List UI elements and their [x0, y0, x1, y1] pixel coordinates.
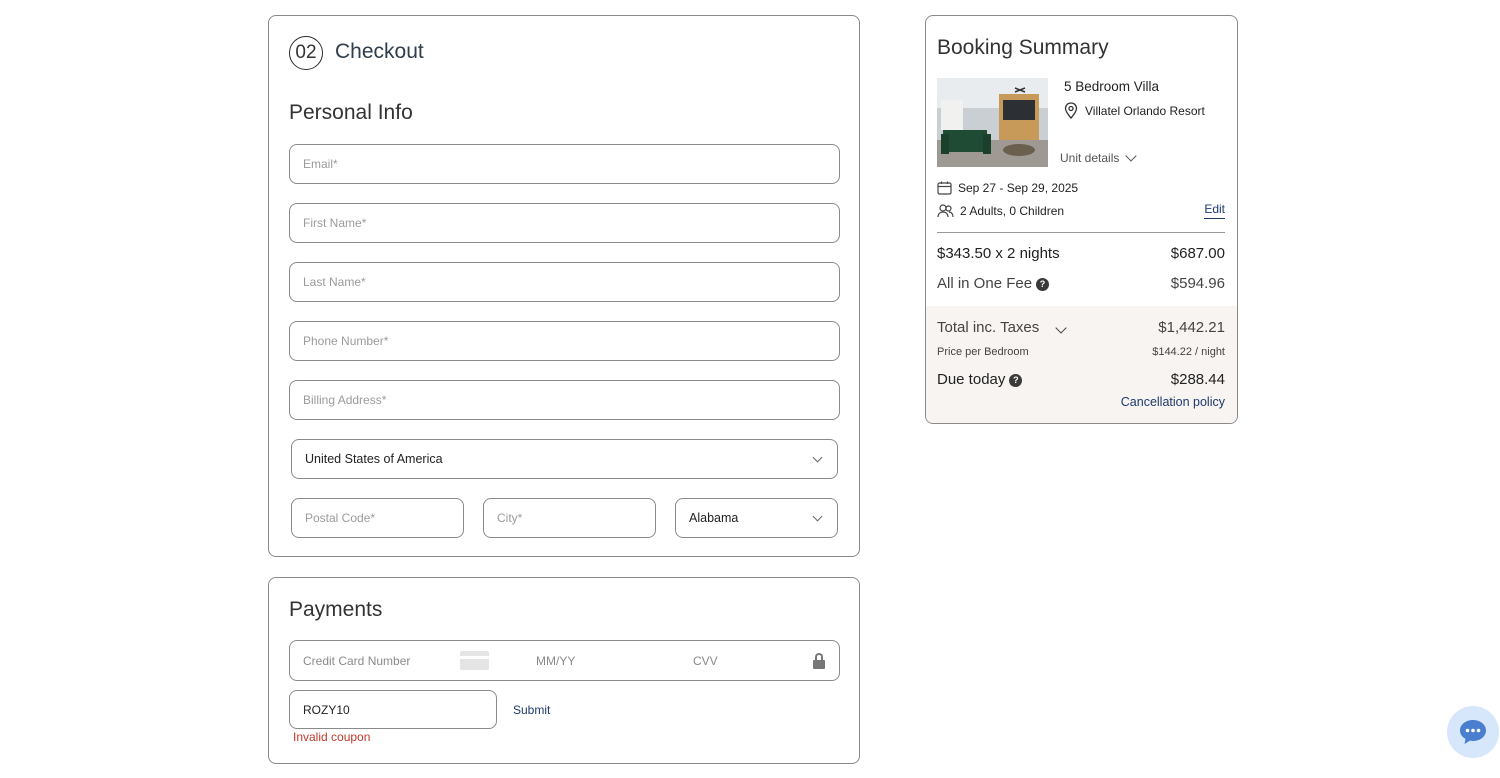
- booking-summary-card: Booking Summary 5 Bedroom Villa Villatel…: [925, 15, 1238, 424]
- property-location: Villatel Orlando Resort: [1064, 102, 1205, 119]
- unit-details-toggle[interactable]: Unit details: [1060, 150, 1138, 165]
- expiry-input[interactable]: MM/YY: [536, 654, 575, 668]
- due-today-label: Due today: [937, 371, 1006, 388]
- unit-details-label: Unit details: [1060, 151, 1120, 165]
- per-bedroom-row: Price per Bedroom $144.22 / night: [937, 346, 1225, 358]
- submit-coupon-button[interactable]: Submit: [513, 703, 550, 717]
- total-row: Total inc. Taxes $1,442.21: [937, 319, 1225, 336]
- nightly-rate-row: $343.50 x 2 nights $687.00: [937, 245, 1225, 262]
- booking-summary-title: Booking Summary: [937, 36, 1109, 59]
- edit-booking-link[interactable]: Edit: [1204, 202, 1225, 219]
- location-pin-icon: [1064, 102, 1078, 119]
- chat-button[interactable]: [1447, 706, 1499, 758]
- last-name-field[interactable]: Last Name*: [289, 262, 840, 302]
- country-select[interactable]: United States of America: [291, 439, 838, 479]
- chevron-down-icon: [1125, 150, 1138, 162]
- state-select-value: Alabama: [689, 511, 739, 525]
- payments-card: Payments Credit Card Number MM/YY CVV RO…: [268, 577, 860, 764]
- nightly-rate-label: $343.50 x 2 nights: [937, 245, 1060, 262]
- summary-divider: [937, 232, 1225, 233]
- stay-dates: Sep 27 - Sep 29, 2025: [937, 181, 1078, 195]
- step-number-badge: 02: [289, 36, 323, 70]
- card-number-input[interactable]: Credit Card Number: [303, 654, 410, 668]
- postal-code-field[interactable]: Postal Code*: [291, 498, 464, 538]
- property-name: 5 Bedroom Villa: [1064, 79, 1160, 94]
- cancellation-policy-link[interactable]: Cancellation policy: [1121, 395, 1225, 409]
- due-today-row: Due today? $288.44: [937, 371, 1225, 388]
- property-thumbnail: [937, 78, 1048, 167]
- country-select-value: United States of America: [305, 452, 443, 466]
- personal-info-title: Personal Info: [289, 101, 413, 124]
- fee-amount: $594.96: [1170, 275, 1225, 292]
- total-amount: $1,442.21: [1158, 319, 1225, 336]
- dates-text: Sep 27 - Sep 29, 2025: [958, 181, 1079, 195]
- phone-number-field[interactable]: Phone Number*: [289, 321, 840, 361]
- chevron-down-icon: [812, 511, 823, 522]
- checkout-card: 02 Checkout Personal Info Email* First N…: [268, 15, 860, 557]
- email-field[interactable]: Email*: [289, 144, 840, 184]
- chevron-down-icon: [812, 452, 823, 463]
- location-text: Villatel Orlando Resort: [1085, 103, 1205, 118]
- guests-text: 2 Adults, 0 Children: [960, 204, 1065, 218]
- help-icon[interactable]: ?: [1009, 373, 1023, 387]
- chat-icon: [1460, 720, 1486, 744]
- chevron-down-icon: [1055, 322, 1067, 334]
- lock-icon: [813, 653, 825, 669]
- coupon-input[interactable]: ROZY10: [289, 690, 497, 729]
- total-toggle[interactable]: Total inc. Taxes: [937, 319, 1067, 336]
- totals-panel: Total inc. Taxes $1,442.21 Price per Bed…: [926, 306, 1237, 423]
- per-bedroom-amount: $144.22 / night: [1152, 346, 1225, 358]
- cvv-input[interactable]: CVV: [693, 654, 718, 668]
- nightly-rate-amount: $687.00: [1170, 245, 1225, 262]
- due-today-amount: $288.44: [1170, 371, 1225, 388]
- city-field[interactable]: City*: [483, 498, 656, 538]
- help-icon[interactable]: ?: [1036, 277, 1050, 291]
- coupon-error-message: Invalid coupon: [293, 730, 371, 744]
- total-label: Total inc. Taxes: [937, 319, 1040, 336]
- checkout-title: Checkout: [335, 40, 424, 63]
- fee-row: All in One Fee? $594.96: [937, 275, 1225, 292]
- state-select[interactable]: Alabama: [675, 498, 838, 538]
- first-name-field[interactable]: First Name*: [289, 203, 840, 243]
- payments-title: Payments: [289, 598, 383, 621]
- per-bedroom-label: Price per Bedroom: [937, 346, 1029, 358]
- users-icon: [937, 204, 954, 218]
- fee-label: All in One Fee: [937, 275, 1033, 292]
- billing-address-field[interactable]: Billing Address*: [289, 380, 840, 420]
- calendar-icon: [937, 181, 952, 195]
- guest-count: 2 Adults, 0 Children: [937, 204, 1064, 218]
- credit-card-icon: [460, 651, 489, 670]
- credit-card-input-group: Credit Card Number MM/YY CVV: [289, 640, 840, 681]
